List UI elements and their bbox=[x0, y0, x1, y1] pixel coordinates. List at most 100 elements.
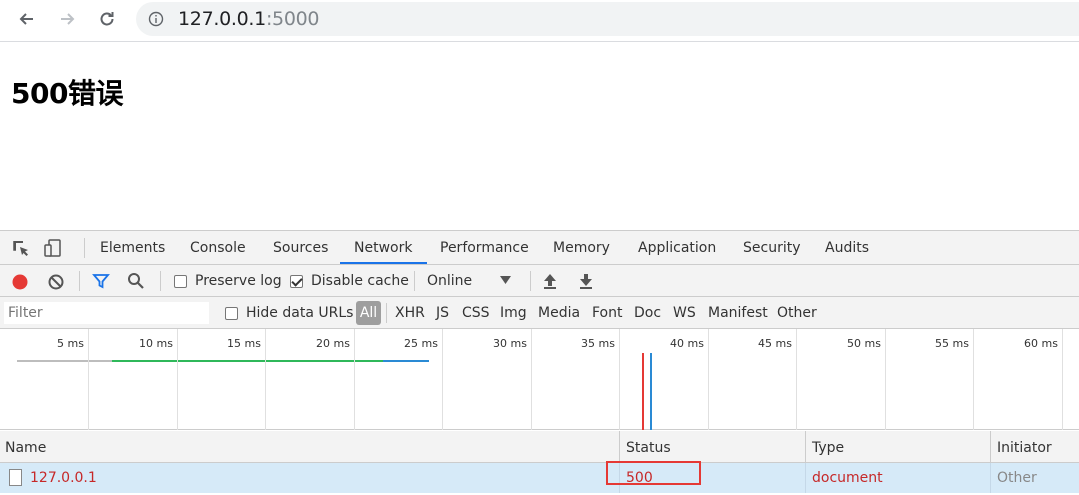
timeline-gridline bbox=[354, 329, 355, 430]
url-port: :5000 bbox=[265, 8, 320, 30]
dom-content-loaded-line bbox=[650, 353, 652, 430]
timeline-tick-label: 20 ms bbox=[316, 337, 350, 350]
page-heading: 500错误 bbox=[11, 77, 123, 110]
arrow-right-icon bbox=[61, 13, 75, 25]
column-header-initiator[interactable]: Initiator bbox=[997, 440, 1052, 456]
column-header-status[interactable]: Status bbox=[626, 440, 671, 456]
column-separator bbox=[990, 463, 991, 493]
url-host: 127.0.0.1 bbox=[178, 8, 266, 30]
tab-performance[interactable]: Performance bbox=[440, 240, 529, 256]
status-highlight-annotation bbox=[606, 461, 701, 485]
clear-icon[interactable] bbox=[47, 273, 65, 291]
preserve-log-checkbox[interactable]: Preserve log bbox=[174, 272, 282, 290]
hide-data-urls-label: Hide data URLs bbox=[246, 305, 354, 321]
filter-icon[interactable] bbox=[92, 272, 110, 290]
timeline-tick-label: 25 ms bbox=[404, 337, 438, 350]
timeline-tick-label: 5 ms bbox=[57, 337, 84, 350]
tab-security[interactable]: Security bbox=[743, 240, 801, 256]
timeline-tick-label: 50 ms bbox=[847, 337, 881, 350]
timeline-gridline bbox=[796, 329, 797, 430]
timeline-bar-blue bbox=[383, 360, 429, 362]
timeline-gridline bbox=[88, 329, 89, 430]
filter-type-ws[interactable]: WS bbox=[673, 305, 696, 321]
checkbox-checked[interactable] bbox=[290, 274, 303, 288]
request-type: document bbox=[812, 470, 883, 486]
address-bar[interactable]: 127.0.0.1:5000 bbox=[136, 2, 1079, 36]
toolbar-separator bbox=[160, 271, 161, 291]
info-icon[interactable] bbox=[148, 11, 164, 27]
filter-type-img[interactable]: Img bbox=[500, 305, 527, 321]
inspect-element-icon[interactable] bbox=[11, 238, 31, 258]
timeline-tick-label: 15 ms bbox=[227, 337, 261, 350]
timeline-gridline bbox=[619, 329, 620, 430]
filter-type-font[interactable]: Font bbox=[592, 305, 622, 321]
timeline-gridline bbox=[708, 329, 709, 430]
load-event-line bbox=[642, 353, 644, 430]
document-icon bbox=[9, 469, 22, 486]
timeline-tick-label: 45 ms bbox=[758, 337, 792, 350]
filter-input[interactable] bbox=[4, 302, 209, 324]
hide-data-urls-checkbox[interactable]: Hide data URLs bbox=[225, 304, 353, 322]
filter-type-doc[interactable]: Doc bbox=[634, 305, 661, 321]
device-toolbar-icon[interactable] bbox=[43, 238, 63, 258]
toolbar-separator bbox=[530, 271, 531, 291]
devtools-panel: Elements Console Sources Network Perform… bbox=[0, 230, 1079, 495]
record-icon[interactable] bbox=[11, 273, 29, 291]
column-header-name[interactable]: Name bbox=[5, 440, 46, 456]
forward-button[interactable] bbox=[53, 5, 81, 33]
tab-memory[interactable]: Memory bbox=[553, 240, 610, 256]
timeline-tick-label: 30 ms bbox=[493, 337, 527, 350]
filter-type-other[interactable]: Other bbox=[777, 305, 817, 321]
request-table-header: Name Status Type Initiator bbox=[0, 431, 1079, 463]
chevron-down-icon[interactable] bbox=[500, 276, 511, 284]
toolbar-separator bbox=[79, 271, 80, 291]
column-separator bbox=[805, 463, 806, 493]
tab-application[interactable]: Application bbox=[638, 240, 716, 256]
tab-elements[interactable]: Elements bbox=[100, 240, 165, 256]
timeline-gridline bbox=[442, 329, 443, 430]
timeline-gridline bbox=[973, 329, 974, 430]
toolbar-separator bbox=[414, 271, 415, 291]
filter-type-js[interactable]: JS bbox=[436, 305, 449, 321]
request-initiator: Other bbox=[997, 470, 1037, 486]
network-toolbar: Preserve log Disable cache Online bbox=[0, 265, 1079, 297]
timeline-tick-label: 55 ms bbox=[935, 337, 969, 350]
import-har-icon[interactable] bbox=[542, 272, 558, 290]
timeline-bar-green bbox=[112, 360, 428, 362]
search-icon[interactable] bbox=[127, 272, 145, 290]
filter-type-css[interactable]: CSS bbox=[462, 305, 490, 321]
checkbox-unchecked[interactable] bbox=[174, 274, 187, 288]
tab-console[interactable]: Console bbox=[190, 240, 246, 256]
reload-icon bbox=[100, 12, 114, 26]
request-name[interactable]: 127.0.0.1 bbox=[30, 470, 97, 486]
arrow-left-icon bbox=[19, 13, 33, 25]
filter-type-media[interactable]: Media bbox=[538, 305, 580, 321]
filter-type-all[interactable]: All bbox=[356, 301, 381, 325]
reload-button[interactable] bbox=[93, 5, 121, 33]
tab-sources[interactable]: Sources bbox=[273, 240, 328, 256]
throttle-value: Online bbox=[427, 273, 473, 289]
disable-cache-checkbox[interactable]: Disable cache bbox=[290, 272, 409, 290]
column-separator[interactable] bbox=[990, 431, 991, 463]
network-overview-timeline[interactable]: 5 ms 10 ms 15 ms 20 ms 25 ms 30 ms 35 ms 40 ms 4… bbox=[0, 329, 1079, 430]
devtools-tab-bar: Elements Console Sources Network Perform… bbox=[0, 231, 1079, 265]
timeline-gridline bbox=[177, 329, 178, 430]
column-separator[interactable] bbox=[805, 431, 806, 463]
tab-network[interactable]: Network bbox=[354, 240, 412, 256]
timeline-tick-label: 40 ms bbox=[670, 337, 704, 350]
checkbox-unchecked[interactable] bbox=[225, 306, 238, 320]
tab-audits[interactable]: Audits bbox=[825, 240, 869, 256]
export-har-icon[interactable] bbox=[578, 272, 594, 290]
table-row[interactable]: 127.0.0.1 500 document Other bbox=[0, 463, 1079, 493]
tab-separator bbox=[84, 238, 85, 258]
back-button[interactable] bbox=[13, 5, 41, 33]
timeline-tick-label: 35 ms bbox=[581, 337, 615, 350]
filter-type-xhr[interactable]: XHR bbox=[395, 305, 425, 321]
filter-type-manifest[interactable]: Manifest bbox=[708, 305, 768, 321]
column-header-type[interactable]: Type bbox=[812, 440, 844, 456]
browser-toolbar: 127.0.0.1:5000 bbox=[0, 0, 1079, 42]
throttle-select[interactable]: Online bbox=[427, 272, 472, 290]
column-separator[interactable] bbox=[619, 431, 620, 463]
filter-separator bbox=[386, 303, 387, 323]
timeline-bar-gray bbox=[17, 360, 112, 362]
